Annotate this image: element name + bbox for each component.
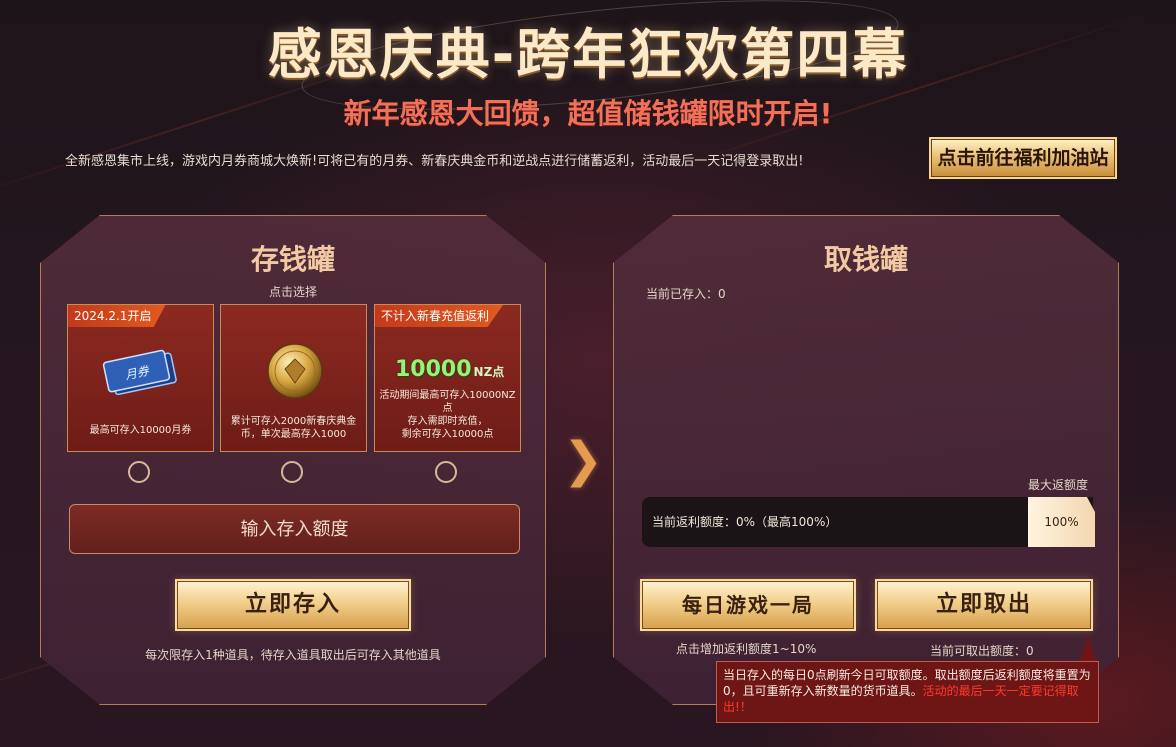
rebate-progress-bar: 当前返利额度：0%（最高100%） 100% [642, 497, 1093, 547]
nz-points-icon: 10000 NZ点 [395, 357, 505, 382]
withdraw-available-note: 当前可取出额度：0 [930, 644, 1034, 658]
deposit-option-gold-coin[interactable]: 累计可存入2000新春庆典金币，单次最高存入1000 [220, 304, 367, 452]
daily-game-note: 点击增加返利额度1~10% [676, 642, 817, 656]
go-welfare-station-button[interactable]: 点击前往福利加油站 [929, 137, 1117, 179]
deposit-panel: 存钱罐 点击选择 2024.2.1开启 月券 最高可存入10000月券 累计可存… [40, 215, 546, 705]
card-description: 最高可存入10000月券 [89, 425, 192, 436]
rebate-progress-label: 当前返利额度：0%（最高100%） [652, 515, 838, 529]
card-tag: 不计入新春充值返利 [375, 305, 503, 327]
withdraw-tooltip: 当日存入的每日0点刷新今日可取额度。取出额度后返利额度将重置为0，且可重新存入新… [716, 661, 1099, 723]
tooltip-arrow [1080, 634, 1096, 662]
withdraw-panel: 取钱罐 当前已存入：0 最大返额度 当前返利额度：0%（最高100%） 100%… [613, 215, 1119, 705]
gold-coin-icon [265, 341, 325, 401]
max-rate-label: 最大返额度 [1027, 478, 1088, 492]
deposit-title: 存钱罐 [250, 243, 335, 276]
chevron-right-icon: ❯ [563, 432, 604, 488]
card-description: 累计可存入2000新春庆典金币，单次最高存入1000 [230, 416, 357, 440]
radio-nz-points[interactable] [435, 461, 457, 483]
withdraw-title: 取钱罐 [823, 243, 908, 276]
deposit-amount-input[interactable] [69, 504, 520, 554]
radio-gold-coin[interactable] [281, 461, 303, 483]
page-title: 感恩庆典-跨年狂欢第四幕 [267, 23, 909, 86]
card-description: 活动期间最高可存入10000NZ点 存入需即时充值， 剩余可存入10000点 [379, 390, 516, 440]
page-subtitle: 新年感恩大回馈，超值储钱罐限时开启! [343, 97, 833, 130]
card-tag: 2024.2.1开启 [68, 305, 165, 327]
daily-game-button[interactable]: 每日游戏一局 [640, 579, 856, 631]
intro-text: 全新感恩集市上线，游戏内月券商城大焕新!可将已有的月券、新春庆典金币和逆战点进行… [65, 154, 804, 169]
withdraw-now-button[interactable]: 立即取出 [875, 579, 1093, 631]
radio-monthly-ticket[interactable] [128, 461, 150, 483]
deposit-option-monthly-ticket[interactable]: 2024.2.1开启 月券 最高可存入10000月券 [67, 304, 214, 452]
deposit-now-button[interactable]: 立即存入 [175, 579, 411, 631]
current-stored: 当前已存入：0 [646, 287, 726, 301]
rebate-max-cap: 100% [1028, 497, 1095, 547]
deposit-option-nz-points[interactable]: 不计入新春充值返利 10000 NZ点 活动期间最高可存入10000NZ点 存入需… [374, 304, 521, 452]
select-hint: 点击选择 [268, 285, 317, 299]
ticket-icon: 月券 [100, 345, 184, 401]
deposit-note: 每次限存入1种道具，待存入道具取出后可存入其他道具 [145, 648, 441, 662]
